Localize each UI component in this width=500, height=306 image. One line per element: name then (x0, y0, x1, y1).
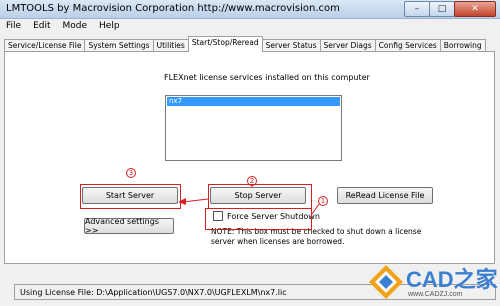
cad-logo-icon (369, 265, 403, 299)
watermark-url: www.CADZJ.com (408, 291, 463, 298)
arrow-stop-to-start (182, 198, 209, 203)
watermark-brand: CAD之家 (406, 267, 498, 292)
watermark: CAD之家 www.CADZJ.com (368, 262, 498, 302)
tab-start-stop-reread[interactable]: Start/Stop/Reread (187, 36, 263, 52)
arrow-step1-to-checkbox (311, 203, 320, 215)
arrow-head-left (178, 198, 186, 205)
